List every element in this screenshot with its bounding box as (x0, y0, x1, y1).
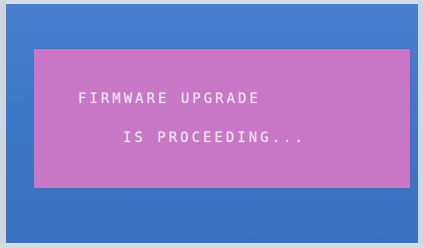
upgrade-status-dialog: FIRMWARE UPGRADE IS PROCEEDING... (34, 49, 410, 188)
firmware-upgrade-screen: FIRMWARE UPGRADE IS PROCEEDING... (0, 0, 424, 248)
status-message-line-1: FIRMWARE UPGRADE (78, 91, 261, 107)
screen-bezel-bottom (0, 243, 424, 248)
screen-bezel-top (0, 0, 424, 4)
screen-bezel-left (0, 0, 6, 248)
status-message-line-2: IS PROCEEDING... (123, 130, 306, 146)
screen-bezel-right (418, 0, 424, 248)
